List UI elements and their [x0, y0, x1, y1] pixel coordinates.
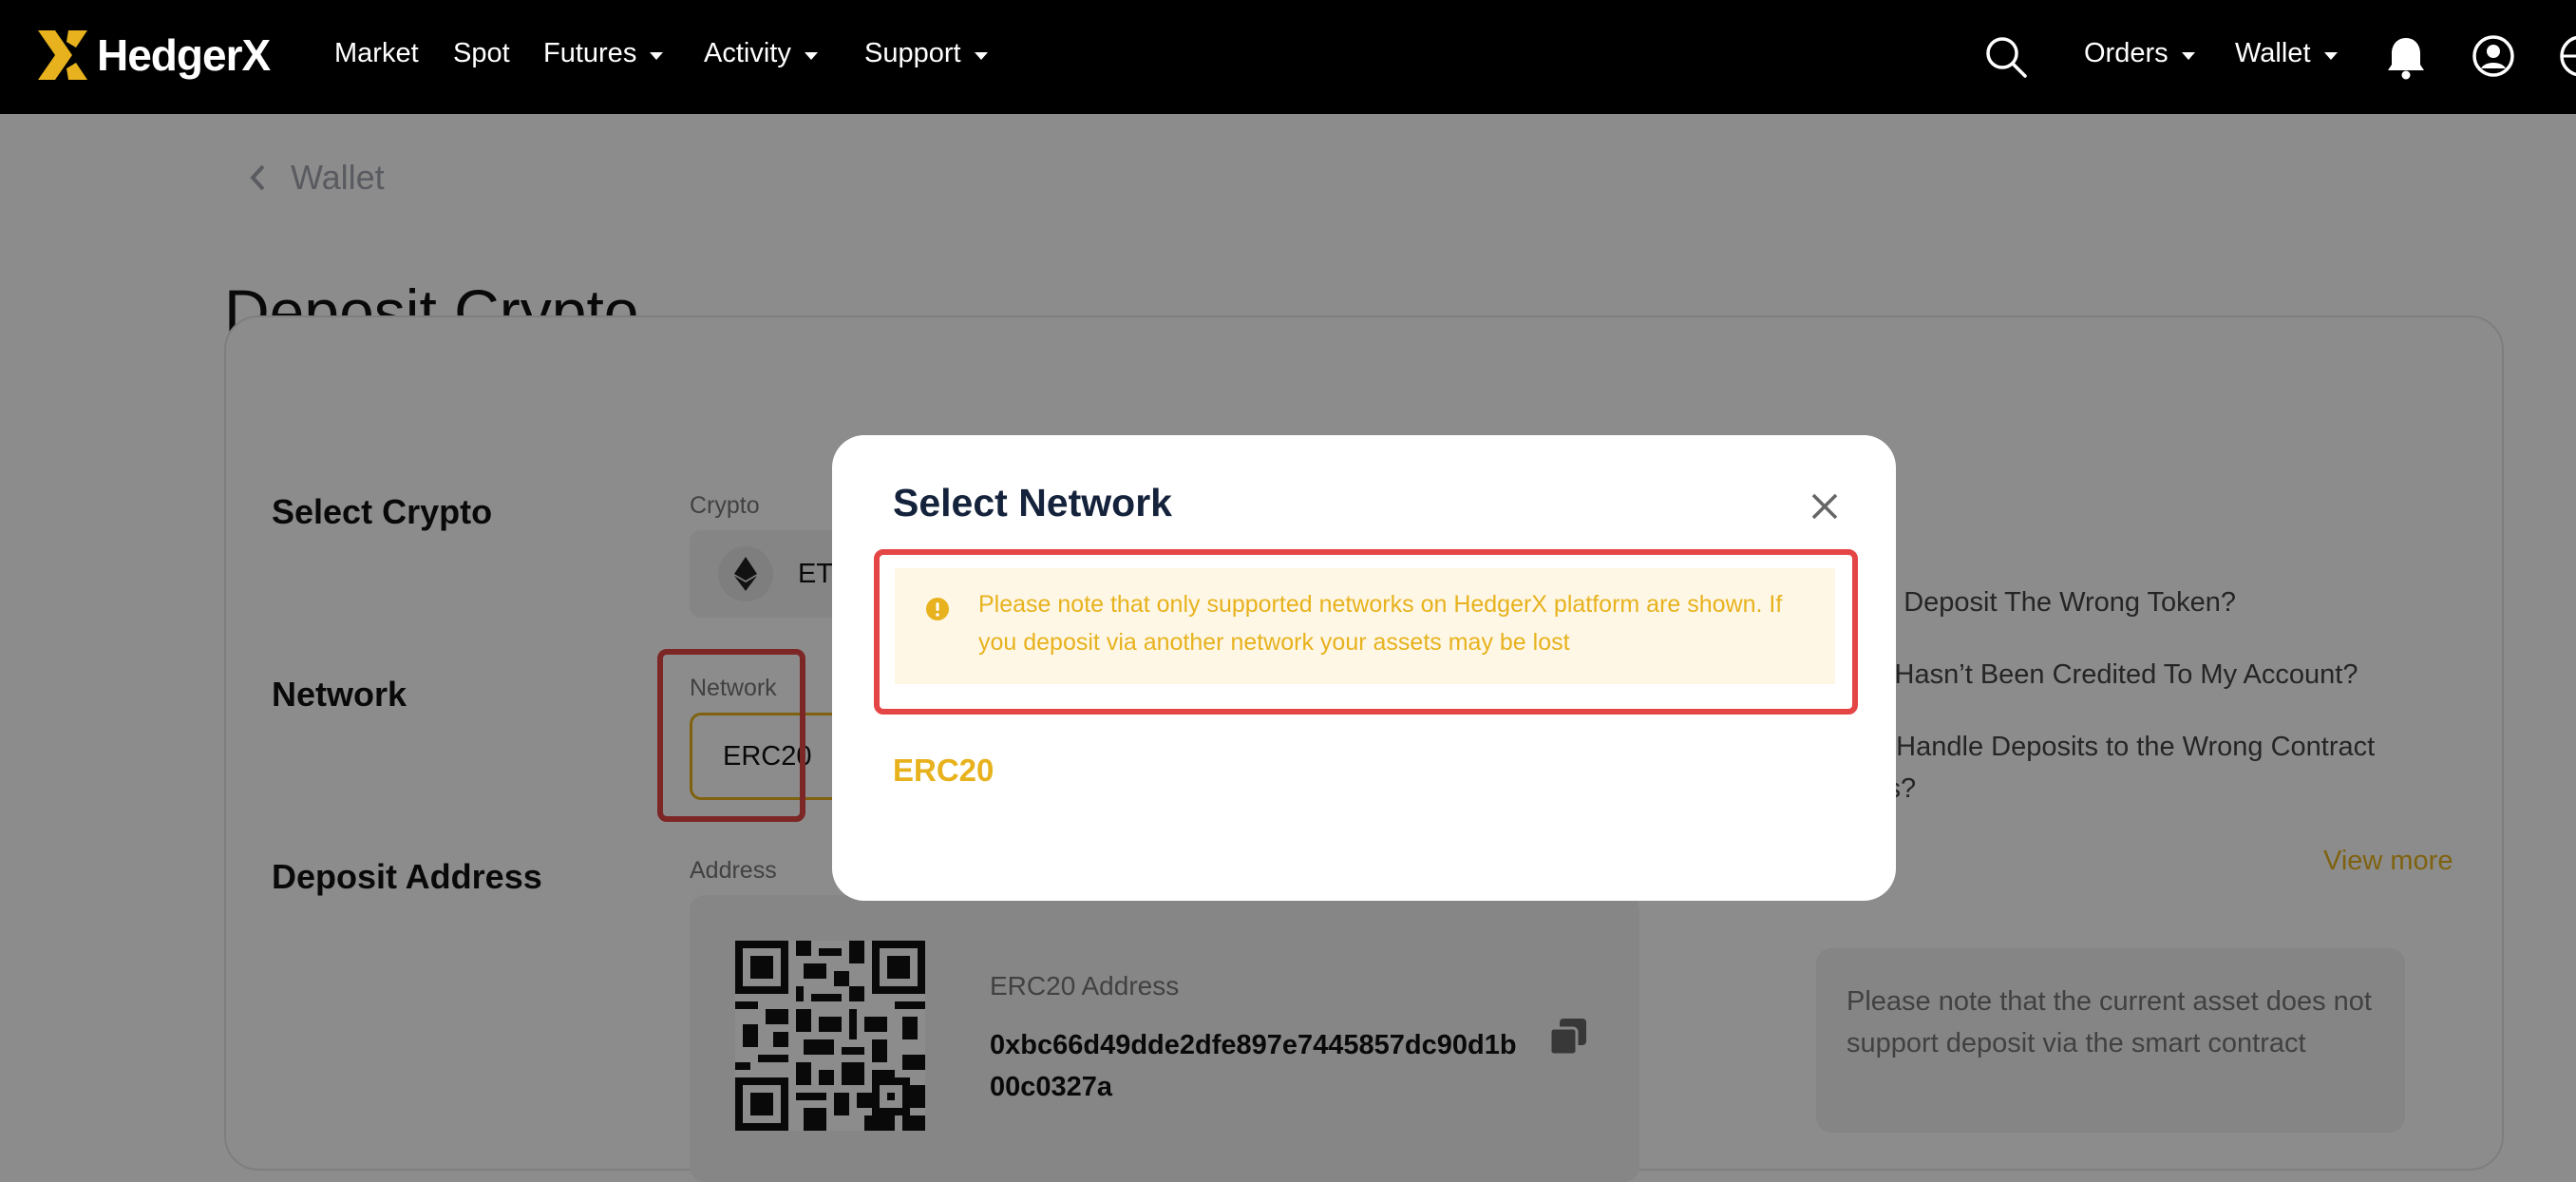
- user-icon[interactable]: [2472, 34, 2515, 78]
- nav-market-label: Market: [334, 38, 419, 68]
- chevron-down-icon: [2323, 51, 2338, 60]
- nav-orders[interactable]: Orders: [2084, 38, 2195, 69]
- chevron-down-icon: [2181, 51, 2195, 60]
- nav-spot-label: Spot: [453, 38, 510, 68]
- search-icon[interactable]: [1983, 34, 2029, 80]
- close-icon[interactable]: [1810, 492, 1839, 521]
- hedgerx-logo-icon: [38, 30, 87, 80]
- nav-orders-label: Orders: [2084, 38, 2169, 68]
- nav-market[interactable]: Market: [334, 38, 419, 69]
- chevron-down-icon: [650, 51, 664, 60]
- nav-activity[interactable]: Activity: [704, 38, 818, 69]
- nav-support-label: Support: [864, 38, 961, 68]
- modal-title: Select Network: [893, 481, 1172, 524]
- nav-activity-label: Activity: [704, 38, 791, 68]
- globe-icon[interactable]: [2559, 34, 2576, 78]
- bell-icon[interactable]: [2386, 36, 2426, 80]
- nav-futures[interactable]: Futures: [543, 38, 664, 69]
- warning-icon: [926, 598, 949, 620]
- chevron-down-icon: [804, 51, 818, 60]
- brand-logo[interactable]: HedgerX: [34, 29, 271, 82]
- network-warning-banner: Please note that only supported networks…: [895, 568, 1835, 684]
- network-option-erc20[interactable]: ERC20: [893, 753, 994, 789]
- top-navigation-bar: HedgerX Market Spot Futures Activity Sup…: [0, 0, 2576, 114]
- brand-name: HedgerX: [97, 30, 271, 80]
- nav-spot[interactable]: Spot: [453, 38, 510, 69]
- nav-support[interactable]: Support: [864, 38, 988, 69]
- select-network-modal: Select Network Please note that only sup…: [832, 435, 1896, 901]
- nav-wallet[interactable]: Wallet: [2235, 38, 2338, 69]
- network-warning-text: Please note that only supported networks…: [978, 591, 1783, 656]
- nav-wallet-label: Wallet: [2235, 38, 2311, 68]
- nav-futures-label: Futures: [543, 38, 637, 68]
- chevron-down-icon: [974, 51, 988, 60]
